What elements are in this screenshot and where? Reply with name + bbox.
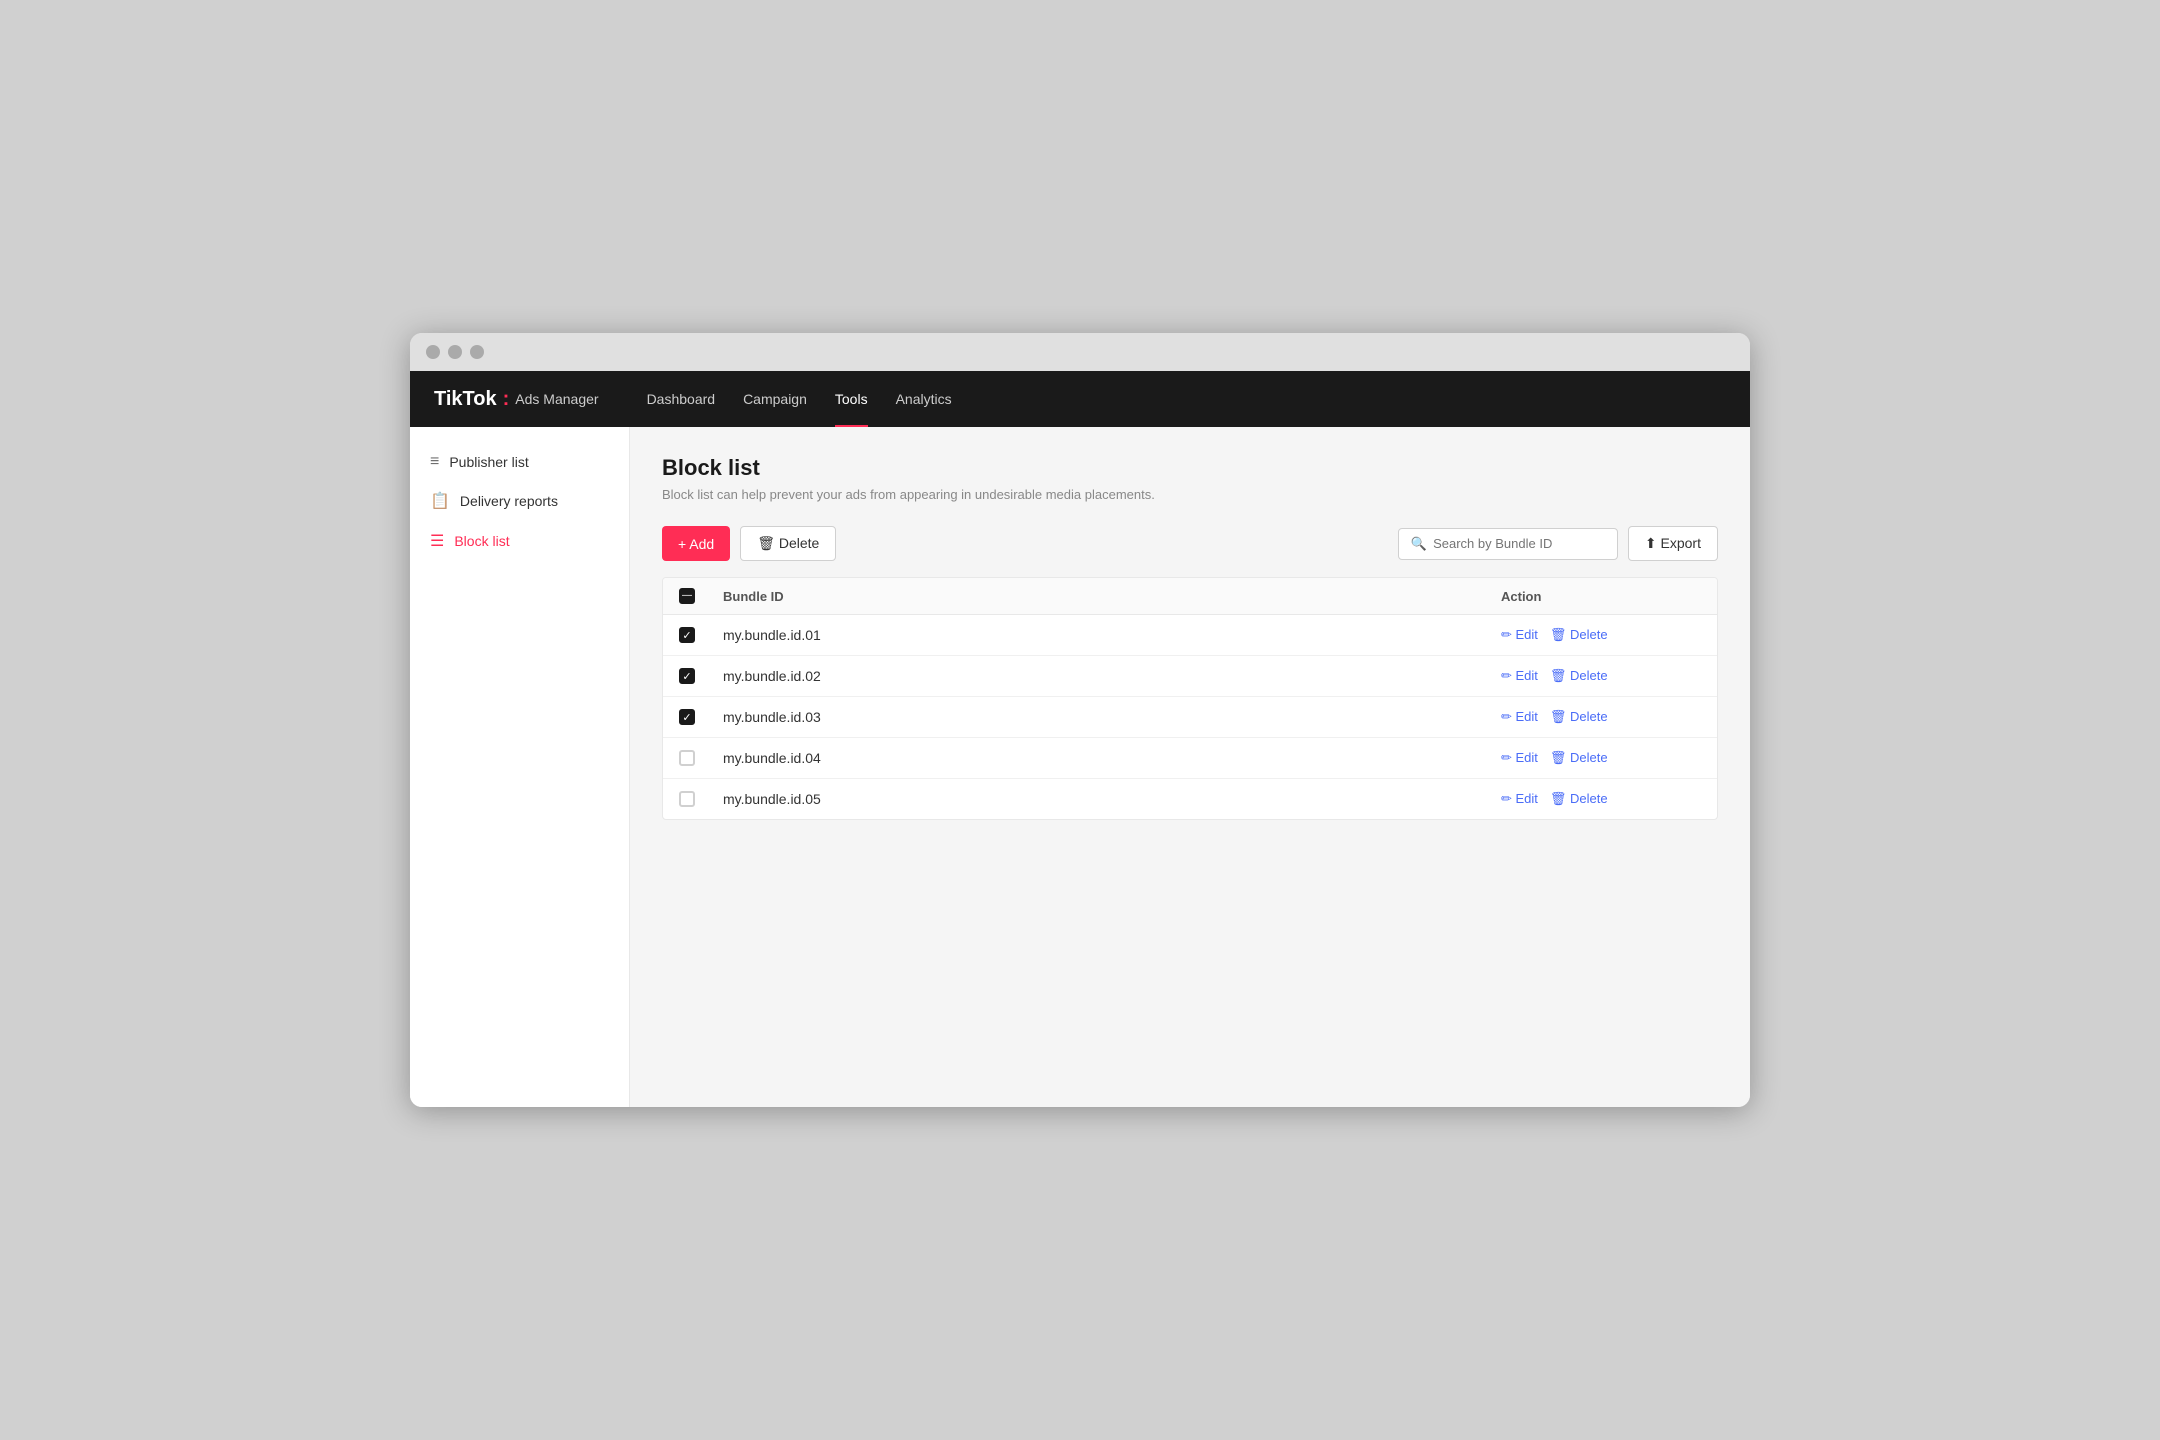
edit-button-1[interactable]: ✏ Edit — [1501, 627, 1538, 643]
delivery-reports-icon: 📋 — [430, 491, 450, 511]
main-content: Block list Block list can help prevent y… — [630, 427, 1750, 1107]
maximize-btn[interactable] — [470, 345, 484, 359]
action-cell-3: ✏ Edit 🗑 Delete — [1501, 709, 1701, 725]
block-list-table: Bundle ID Action my.bundle.id.01 ✏ Edit … — [662, 577, 1718, 820]
toolbar: + Add 🗑 Delete 🔍 ⬆ Export — [662, 526, 1718, 561]
row-checkbox-4[interactable] — [679, 750, 695, 766]
table-header: Bundle ID Action — [663, 578, 1717, 615]
add-button[interactable]: + Add — [662, 526, 730, 561]
row-checkbox-wrap — [679, 627, 723, 643]
publisher-list-icon: ≡ — [430, 453, 439, 471]
select-all-checkbox[interactable] — [679, 588, 695, 604]
block-list-icon: ☰ — [430, 531, 444, 551]
table-row: my.bundle.id.02 ✏ Edit 🗑 Delete — [663, 656, 1717, 697]
action-cell-4: ✏ Edit 🗑 Delete — [1501, 750, 1701, 766]
bundle-id-5: my.bundle.id.05 — [723, 791, 1501, 807]
row-checkbox-2[interactable] — [679, 668, 695, 684]
nav-dashboard[interactable]: Dashboard — [647, 387, 716, 411]
table-row: my.bundle.id.05 ✏ Edit 🗑 Delete — [663, 779, 1717, 819]
nav-links: Dashboard Campaign Tools Analytics — [647, 387, 952, 411]
brand-logo: TikTok : Ads Manager — [434, 388, 599, 411]
bundle-id-2: my.bundle.id.02 — [723, 668, 1501, 684]
sidebar-item-delivery-label: Delivery reports — [460, 493, 558, 509]
nav-campaign[interactable]: Campaign — [743, 387, 807, 411]
search-box: 🔍 — [1398, 528, 1618, 560]
nav-analytics[interactable]: Analytics — [896, 387, 952, 411]
sidebar-item-block-list[interactable]: ☰ Block list — [410, 521, 629, 561]
brand-tiktok: TikTok — [434, 388, 497, 411]
row-checkbox-wrap — [679, 668, 723, 684]
nav-tools[interactable]: Tools — [835, 387, 868, 411]
delete-button-2[interactable]: 🗑 Delete — [1550, 668, 1608, 684]
sidebar-item-publisher-list[interactable]: ≡ Publisher list — [410, 443, 629, 481]
browser-titlebar — [410, 333, 1750, 371]
sidebar: ≡ Publisher list 📋 Delivery reports ☰ Bl… — [410, 427, 630, 1107]
bundle-id-4: my.bundle.id.04 — [723, 750, 1501, 766]
bundle-id-3: my.bundle.id.03 — [723, 709, 1501, 725]
bundle-id-1: my.bundle.id.01 — [723, 627, 1501, 643]
close-btn[interactable] — [426, 345, 440, 359]
page-subtitle: Block list can help prevent your ads fro… — [662, 487, 1718, 502]
page-title: Block list — [662, 455, 1718, 481]
export-button[interactable]: ⬆ Export — [1628, 526, 1718, 561]
browser-window: TikTok : Ads Manager Dashboard Campaign … — [410, 333, 1750, 1107]
table-row: my.bundle.id.01 ✏ Edit 🗑 Delete — [663, 615, 1717, 656]
header-action: Action — [1501, 589, 1701, 604]
table-row: my.bundle.id.03 ✏ Edit 🗑 Delete — [663, 697, 1717, 738]
delete-button-3[interactable]: 🗑 Delete — [1550, 709, 1608, 725]
sidebar-item-delivery-reports[interactable]: 📋 Delivery reports — [410, 481, 629, 521]
toolbar-right: 🔍 ⬆ Export — [1398, 526, 1718, 561]
delete-button-4[interactable]: 🗑 Delete — [1550, 750, 1608, 766]
action-cell-5: ✏ Edit 🗑 Delete — [1501, 791, 1701, 807]
action-cell-1: ✏ Edit 🗑 Delete — [1501, 627, 1701, 643]
row-checkbox-1[interactable] — [679, 627, 695, 643]
edit-button-2[interactable]: ✏ Edit — [1501, 668, 1538, 684]
row-checkbox-wrap — [679, 750, 723, 766]
sidebar-item-block-label: Block list — [454, 533, 509, 549]
row-checkbox-wrap — [679, 791, 723, 807]
row-checkbox-5[interactable] — [679, 791, 695, 807]
delete-button-1[interactable]: 🗑 Delete — [1550, 627, 1608, 643]
delete-button[interactable]: 🗑 Delete — [740, 526, 836, 561]
toolbar-left: + Add 🗑 Delete — [662, 526, 836, 561]
brand-sub: Ads Manager — [515, 391, 598, 407]
header-checkbox-col — [679, 588, 723, 604]
search-icon: 🔍 — [1411, 536, 1427, 552]
brand-dot: : — [503, 388, 510, 411]
action-cell-2: ✏ Edit 🗑 Delete — [1501, 668, 1701, 684]
row-checkbox-wrap — [679, 709, 723, 725]
edit-button-3[interactable]: ✏ Edit — [1501, 709, 1538, 725]
minimize-btn[interactable] — [448, 345, 462, 359]
top-nav: TikTok : Ads Manager Dashboard Campaign … — [410, 371, 1750, 427]
delete-button-5[interactable]: 🗑 Delete — [1550, 791, 1608, 807]
edit-button-5[interactable]: ✏ Edit — [1501, 791, 1538, 807]
row-checkbox-3[interactable] — [679, 709, 695, 725]
header-bundle-id: Bundle ID — [723, 589, 1501, 604]
sidebar-item-publisher-label: Publisher list — [449, 454, 528, 470]
table-row: my.bundle.id.04 ✏ Edit 🗑 Delete — [663, 738, 1717, 779]
search-input[interactable] — [1433, 536, 1605, 551]
edit-button-4[interactable]: ✏ Edit — [1501, 750, 1538, 766]
content-area: ≡ Publisher list 📋 Delivery reports ☰ Bl… — [410, 427, 1750, 1107]
